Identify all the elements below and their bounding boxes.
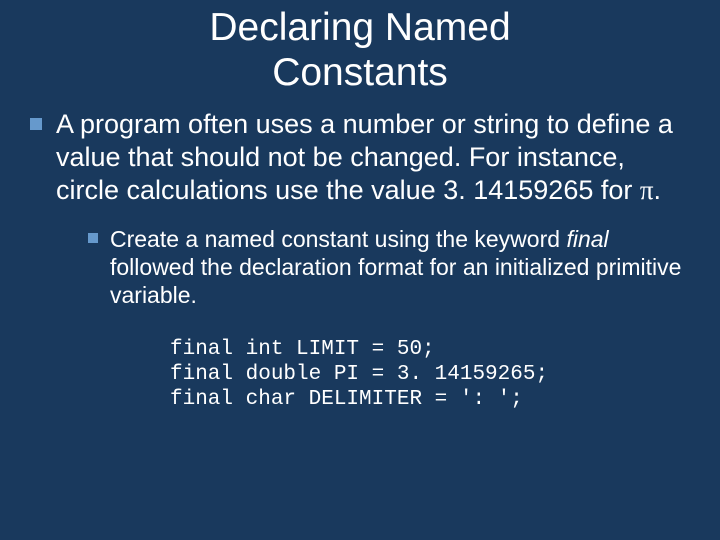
bullet-row-1: A program often uses a number or string …: [30, 108, 690, 207]
slide-title: Declaring Named Constants: [30, 0, 690, 104]
body-text-pre: A program often uses a number or string …: [56, 109, 673, 205]
sub-text-italic: final: [566, 226, 608, 252]
code-line-2: final double PI = 3. 14159265;: [170, 363, 548, 386]
title-line-2: Constants: [272, 51, 448, 94]
title-line-1: Declaring Named: [209, 6, 510, 49]
square-bullet-icon: [88, 233, 98, 243]
code-line-3: final char DELIMITER = ': ';: [170, 388, 523, 411]
sub-text-post: followed the declaration format for an i…: [110, 254, 681, 308]
sub-text-pre: Create a named constant using the keywor…: [110, 226, 566, 252]
body-text-post: .: [654, 175, 662, 205]
bullet-row-2: Create a named constant using the keywor…: [88, 225, 690, 309]
slide: Declaring Named Constants A program ofte…: [0, 0, 720, 540]
sub-text: Create a named constant using the keywor…: [110, 225, 690, 309]
body-text: A program often uses a number or string …: [56, 108, 690, 207]
code-block: final int LIMIT = 50; final double PI = …: [170, 337, 690, 413]
code-line-1: final int LIMIT = 50;: [170, 338, 435, 361]
square-bullet-icon: [30, 118, 42, 130]
pi-symbol: π: [640, 175, 654, 205]
